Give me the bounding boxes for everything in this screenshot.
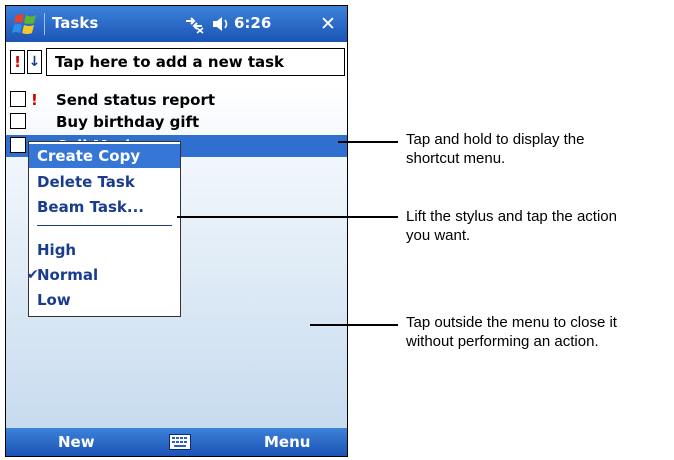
new-task-row: ! ↓ Tap here to add a new task <box>6 42 347 86</box>
callout-tap-hold: Tap and hold to display the shortcut men… <box>406 130 584 168</box>
menu-item-normal[interactable]: ✔ Normal <box>27 263 180 287</box>
priority-marker: ! <box>31 91 38 109</box>
volume-icon[interactable] <box>211 15 231 33</box>
callout-lift-stylus: Lift the stylus and tap the action you w… <box>406 207 617 245</box>
callout-line-text: Tap outside the menu to close it <box>406 314 617 331</box>
menu-divider <box>37 225 172 226</box>
callout-line-text: Tap and hold to display the <box>406 131 585 148</box>
callout-tap-outside: Tap outside the menu to close it without… <box>406 313 617 351</box>
menu-item-create-copy[interactable]: Create Copy <box>29 144 180 168</box>
add-task-input[interactable]: Tap here to add a new task <box>46 48 345 76</box>
task-row[interactable]: Buy birthday gift <box>6 111 347 133</box>
menu-item-high[interactable]: High <box>29 238 180 262</box>
menu-softkey[interactable]: Menu <box>264 433 310 451</box>
connectivity-icon[interactable] <box>183 14 205 34</box>
clock[interactable]: 6:26 <box>234 14 271 32</box>
app-title: Tasks <box>52 14 99 32</box>
menu-bar: New Menu <box>6 428 347 456</box>
new-softkey[interactable]: New <box>58 433 95 451</box>
callout-line-text: Lift the stylus and tap the action <box>406 208 617 225</box>
callout-leader-line <box>338 141 398 143</box>
task-checkbox[interactable] <box>10 113 26 129</box>
callout-leader-line <box>177 216 398 218</box>
task-label: Buy birthday gift <box>56 113 200 131</box>
menu-item-delete-task[interactable]: Delete Task <box>29 170 180 194</box>
sort-button[interactable]: ↓ <box>27 50 42 74</box>
windows-start-icon[interactable] <box>10 10 40 38</box>
task-checkbox[interactable] <box>10 137 26 153</box>
menu-item-label: Normal <box>37 266 99 284</box>
shortcut-menu: Create Copy Delete Task Beam Task... Hig… <box>27 141 181 317</box>
task-row[interactable]: ! Send status report <box>6 89 347 111</box>
menu-item-low[interactable]: Low <box>29 288 180 312</box>
task-checkbox[interactable] <box>10 91 26 107</box>
keyboard-icon[interactable] <box>169 434 191 450</box>
pocket-pc-screen: Tasks 6:26 ✕ ! ↓ Tap here to add a new t… <box>5 5 348 457</box>
title-bar: Tasks 6:26 ✕ <box>6 6 347 42</box>
callout-line-text: without performing an action. <box>406 333 599 350</box>
priority-column-button[interactable]: ! <box>10 50 25 74</box>
menu-item-beam-task[interactable]: Beam Task... <box>29 195 180 219</box>
close-button[interactable]: ✕ <box>316 12 340 36</box>
check-icon: ✔ <box>27 267 39 283</box>
callout-line-text: you want. <box>406 227 471 244</box>
callout-line-text: shortcut menu. <box>406 150 506 167</box>
task-label: Send status report <box>56 91 216 109</box>
callout-leader-line <box>310 324 398 326</box>
title-separator <box>44 13 45 35</box>
